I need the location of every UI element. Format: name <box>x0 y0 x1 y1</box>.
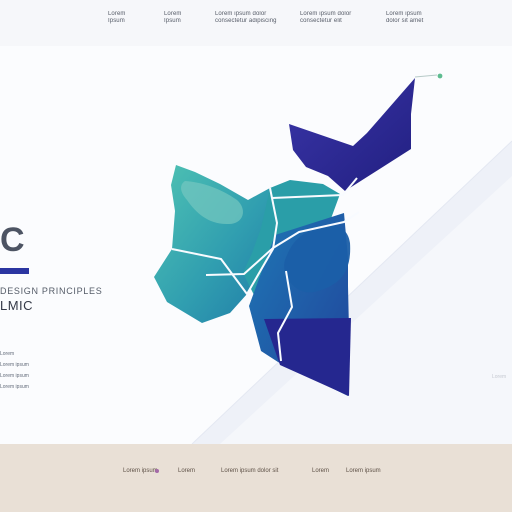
detail-item: Lorem <box>0 351 15 357</box>
footer-link-5[interactable]: Lorem ipsum <box>346 468 381 474</box>
geometric-map-svg <box>154 73 443 396</box>
nav-item-5-line2: dolor sit amet <box>386 18 424 24</box>
nav-item-5-line1: Lorem ipsum <box>386 11 422 17</box>
hero-kicker: DESIGN PRINCIPLES <box>0 286 103 296</box>
nav-item-2-line1: Lorem <box>164 11 182 17</box>
footer: Lorem ipsum Lorem Lorem ipsum dolor sit … <box>0 444 512 512</box>
footer-link-2[interactable]: Lorem <box>178 468 195 474</box>
nav-item-4-line2: consectetur elit <box>300 18 342 24</box>
hero-letter: C <box>0 221 25 259</box>
footer-link-4[interactable]: Lorem <box>312 468 329 474</box>
nav-item-3[interactable]: Lorem ipsum dolor consectetur adipiscing <box>215 11 285 29</box>
nav-item-5[interactable]: Lorem ipsum dolor sit amet <box>386 11 448 29</box>
map-upper-lobe <box>289 78 415 191</box>
nav-item-2-line2: Ipsum <box>164 18 181 24</box>
hero-subtitle: LMIC <box>0 298 34 313</box>
detail-item: Lorem ipsum <box>0 373 29 379</box>
nav-item-4[interactable]: Lorem ipsum dolor consectetur elit <box>300 11 370 29</box>
top-navigation: Lorem Ipsum Lorem Ipsum Lorem ipsum dolo… <box>0 0 512 46</box>
side-note: Lorem <box>492 374 506 379</box>
hero-panel: C DESIGN PRINCIPLES LMIC Lorem Lorem ips… <box>0 46 512 444</box>
nav-item-3-line1: Lorem ipsum dolor <box>215 11 267 17</box>
nav-item-4-line1: Lorem ipsum dolor <box>300 11 352 17</box>
geometric-map-illustration <box>145 68 452 420</box>
detail-item: Lorem ipsum <box>0 362 29 368</box>
footer-dot-icon <box>155 469 159 473</box>
nav-item-3-line2: consectetur adipiscing <box>215 18 277 24</box>
map-pointer-line <box>414 74 438 78</box>
map-location-dot <box>437 73 443 79</box>
footer-link-3[interactable]: Lorem ipsum dolor sit <box>221 468 278 474</box>
detail-item: Lorem ipsum <box>0 384 29 390</box>
detail-list: Lorem Lorem ipsum Lorem ipsum Lorem ipsu… <box>0 349 50 393</box>
hero-underline <box>0 268 29 274</box>
nav-item-2[interactable]: Lorem Ipsum <box>164 11 206 29</box>
footer-link-1[interactable]: Lorem ipsum <box>123 468 158 474</box>
